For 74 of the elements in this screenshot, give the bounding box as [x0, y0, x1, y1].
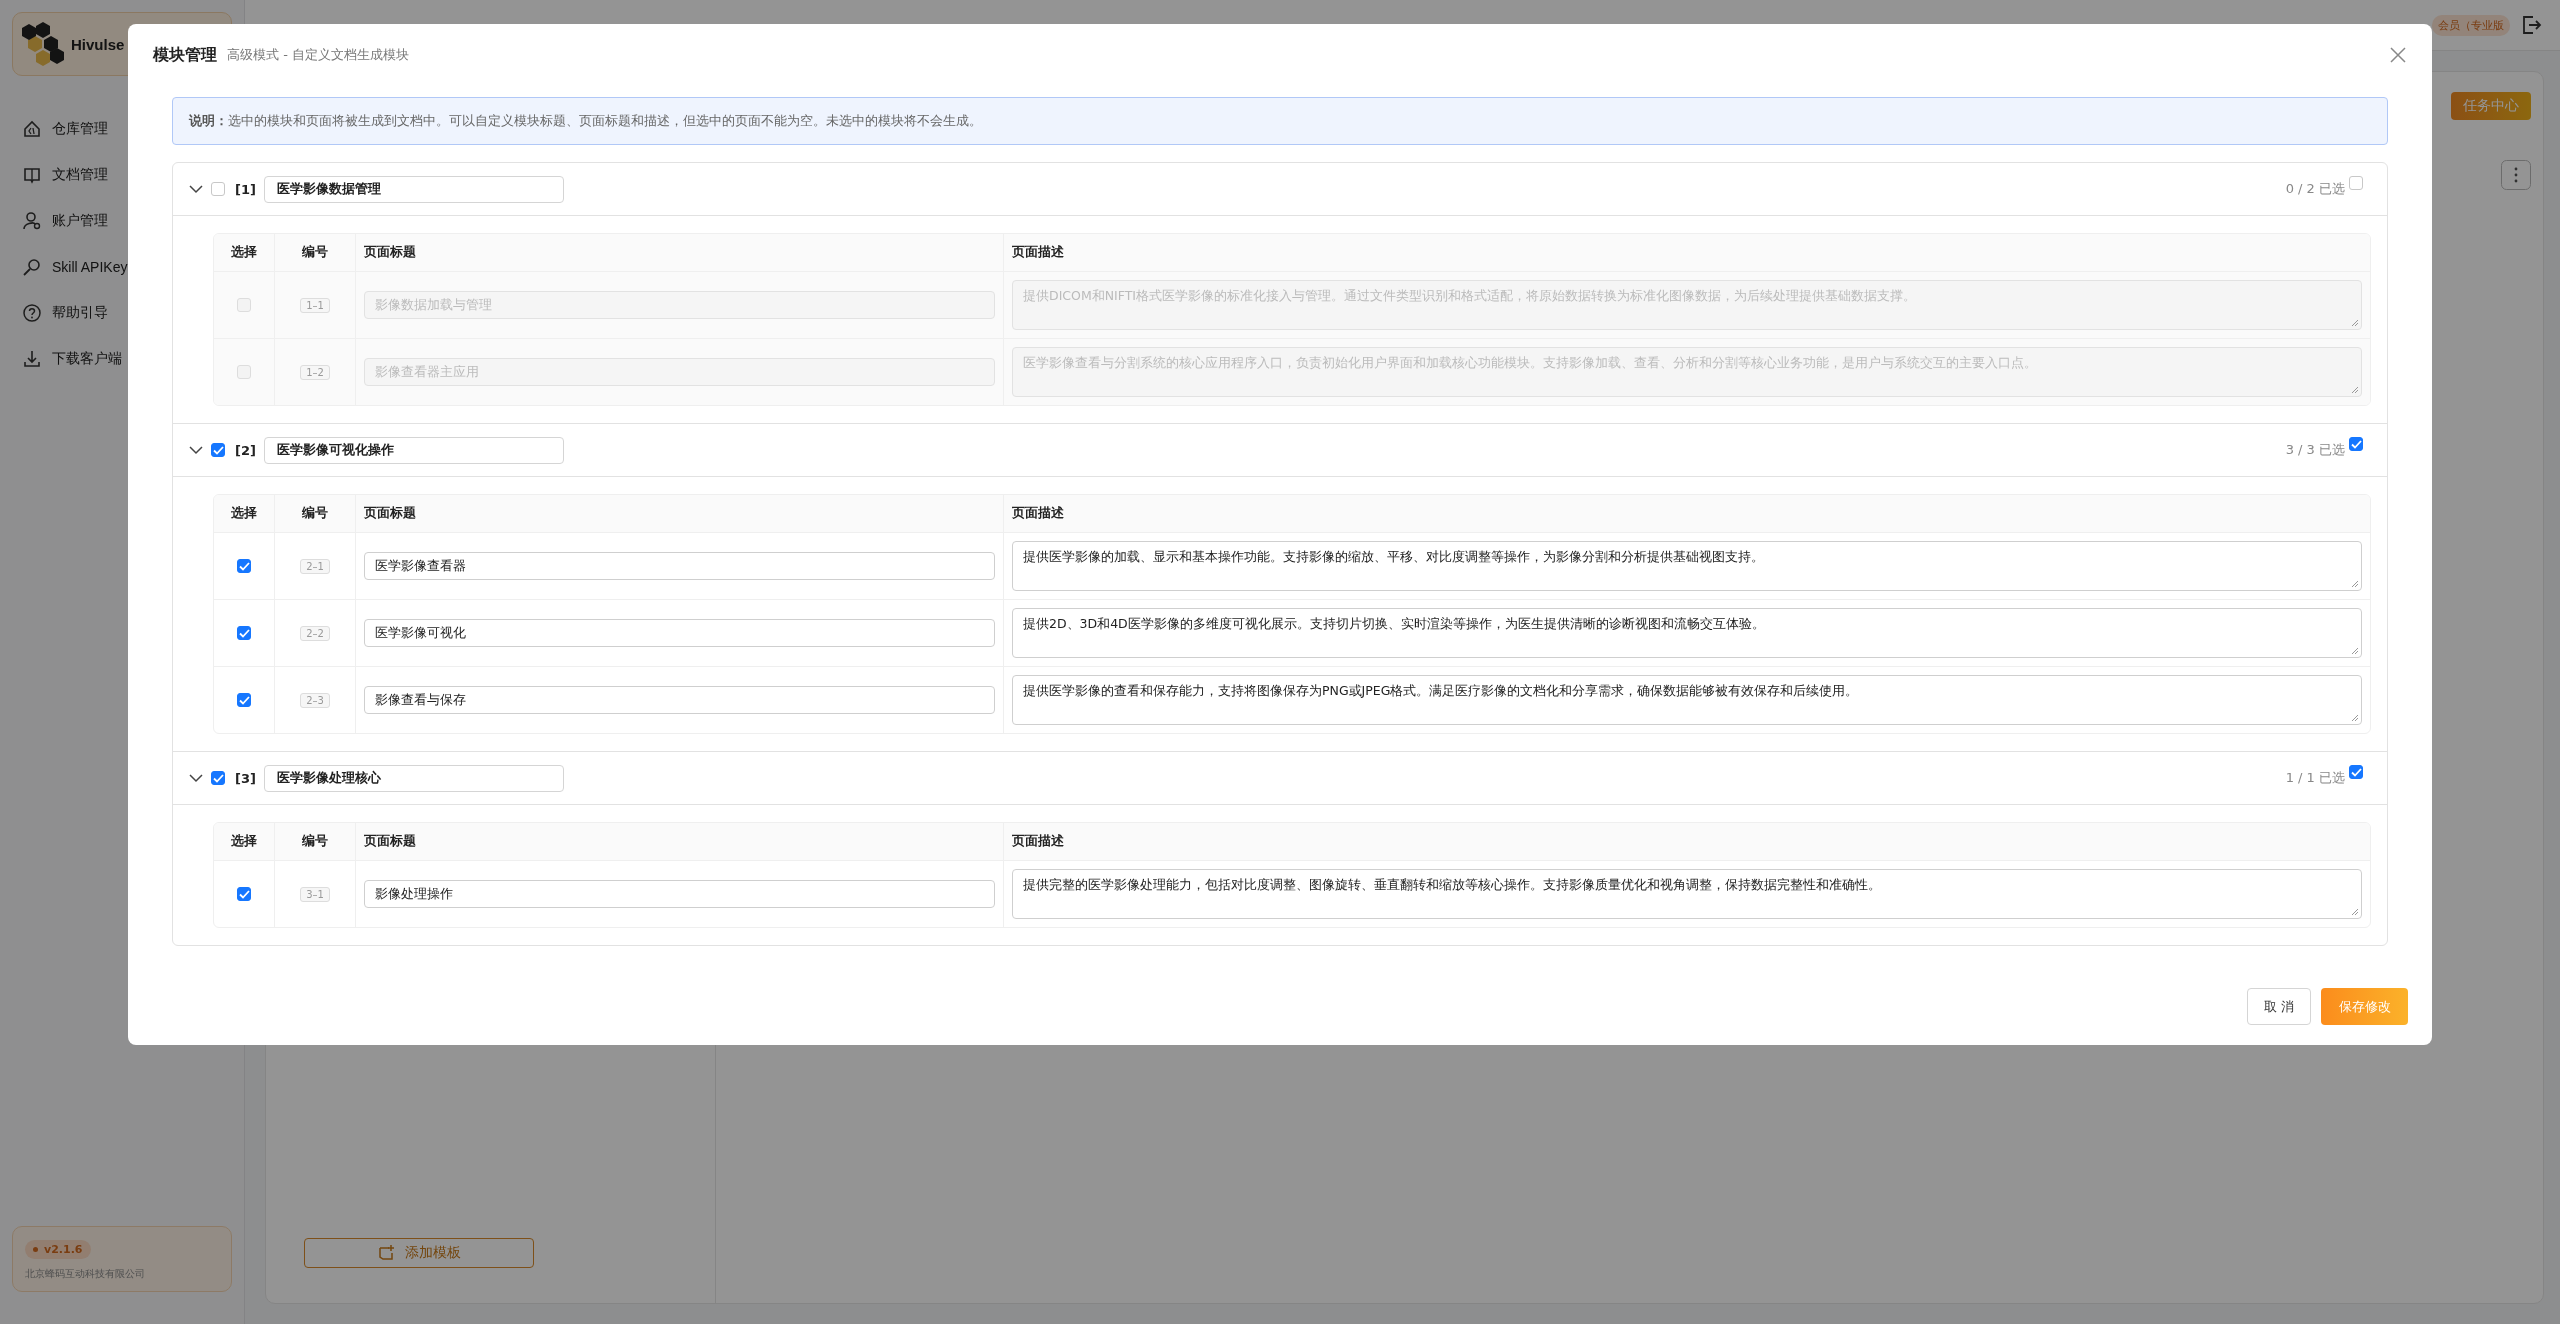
page-description-field[interactable]: 提供医学影像的加载、显示和基本操作功能。支持影像的缩放、平移、对比度调整等操作，为影像分割和分析提供基础视图支持。: [1012, 541, 2362, 591]
search-icon: [22, 257, 42, 277]
close-icon[interactable]: [2390, 47, 2406, 63]
checkbox[interactable]: [237, 887, 251, 901]
module-index: [1]: [235, 181, 256, 197]
membership-badge: 会员（专业版: [2432, 14, 2510, 36]
logo-icon: [19, 20, 67, 68]
column-header: 编号: [274, 823, 355, 860]
page-code: 2–2: [300, 625, 330, 641]
help-icon: [22, 303, 42, 323]
checkbox[interactable]: [2349, 437, 2363, 451]
module-title-field[interactable]: 医学影像可视化操作: [263, 436, 564, 464]
module-title-field[interactable]: 医学影像数据管理: [263, 175, 564, 203]
nav-item[interactable]: 账户管理: [12, 198, 232, 244]
column-header: 选择: [230, 243, 258, 261]
module-index: [2]: [235, 442, 256, 458]
page-code: 1–1: [300, 297, 330, 313]
nav-item[interactable]: 帮助引导: [12, 290, 232, 336]
nav-item[interactable]: 文档管理: [12, 152, 232, 198]
column-header: 页面标题: [355, 495, 1003, 532]
chevron-icon[interactable]: [189, 182, 203, 196]
page-code: 2–1: [300, 558, 330, 574]
version-badge: v2.1.6: [25, 1240, 91, 1259]
page-title-field[interactable]: 影像处理操作: [364, 880, 995, 908]
selected-count: 3 / 3 已选: [2285, 441, 2345, 459]
resize-grip-icon: [2351, 386, 2359, 394]
selected-count: 0 / 2 已选: [2285, 180, 2345, 198]
checkbox[interactable]: [237, 626, 251, 640]
nav-item[interactable]: 下载客户端: [12, 336, 232, 382]
column-header: 选择: [230, 832, 258, 850]
checkbox[interactable]: [237, 693, 251, 707]
checkbox[interactable]: [237, 559, 251, 573]
column-header: 页面标题: [355, 823, 1003, 860]
resize-grip-icon: [2351, 908, 2359, 916]
module-index: [3]: [235, 770, 256, 786]
page-code: 1–2: [300, 364, 330, 380]
more-icon: [2501, 160, 2531, 190]
home-icon: [22, 119, 42, 139]
user-icon: [22, 211, 42, 231]
checkbox[interactable]: [211, 182, 225, 196]
notice-text: 说明：选中的模块和页面将被生成到文档中。可以自定义模块标题、页面标题和描述，但选中的页面不能为空。未选中的模块将不会生成。: [172, 97, 2388, 145]
dialog-subtitle: 高级模式 - 自定义文档生成模块: [227, 46, 409, 64]
selected-count: 1 / 1 已选: [2285, 769, 2345, 787]
logout-icon: [2520, 14, 2542, 36]
page-code: 2–3: [300, 692, 330, 708]
chevron-icon[interactable]: [189, 443, 203, 457]
page-description-field[interactable]: 提供完整的医学影像处理能力，包括对比度调整、图像旋转、垂直翻转和缩放等核心操作。支持影像质量优化和视角调整，保持数据完整性和准确性。: [1012, 869, 2362, 919]
chevron-icon[interactable]: [189, 771, 203, 785]
checkbox[interactable]: [211, 771, 225, 785]
column-header: 页面描述: [1003, 495, 2370, 532]
page-title-field[interactable]: 影像查看与保存: [364, 686, 995, 714]
resize-grip-icon: [2351, 647, 2359, 655]
cancel-button[interactable]: 取 消: [2246, 988, 2311, 1025]
nav-item[interactable]: Skill APIKey: [12, 244, 232, 290]
checkbox[interactable]: [211, 443, 225, 457]
column-header: 选择: [230, 504, 258, 522]
chat-plus-icon: [377, 1244, 395, 1262]
page-title-field[interactable]: 医学影像查看器: [364, 552, 995, 580]
resize-grip-icon: [2351, 319, 2359, 327]
page-description-field[interactable]: 提供2D、3D和4D医学影像的多维度可视化展示。支持切片切换、实时渲染等操作，为医生提供清晰的诊断视图和流畅交互体验。: [1012, 608, 2362, 658]
column-header: 编号: [274, 495, 355, 532]
resize-grip-icon: [2351, 580, 2359, 588]
page-code: 3–1: [300, 886, 330, 902]
module-title-field[interactable]: 医学影像处理核心: [263, 764, 564, 792]
dialog-title: 模块管理: [153, 44, 217, 66]
column-header: 页面描述: [1003, 823, 2370, 860]
download-icon: [22, 349, 42, 369]
page-title-field[interactable]: 医学影像可视化: [364, 619, 995, 647]
book-icon: [22, 165, 42, 185]
checkbox[interactable]: [2349, 765, 2363, 779]
brand-name: Hivulse: [71, 35, 125, 53]
resize-grip-icon: [2351, 714, 2359, 722]
page-description-field[interactable]: 提供医学影像的查看和保存能力，支持将图像保存为PNG或JPEG格式。满足医疗影像的文档化和分享需求，确保数据能够被有效保存和后续使用。: [1012, 675, 2362, 725]
checkbox[interactable]: [2349, 176, 2363, 190]
